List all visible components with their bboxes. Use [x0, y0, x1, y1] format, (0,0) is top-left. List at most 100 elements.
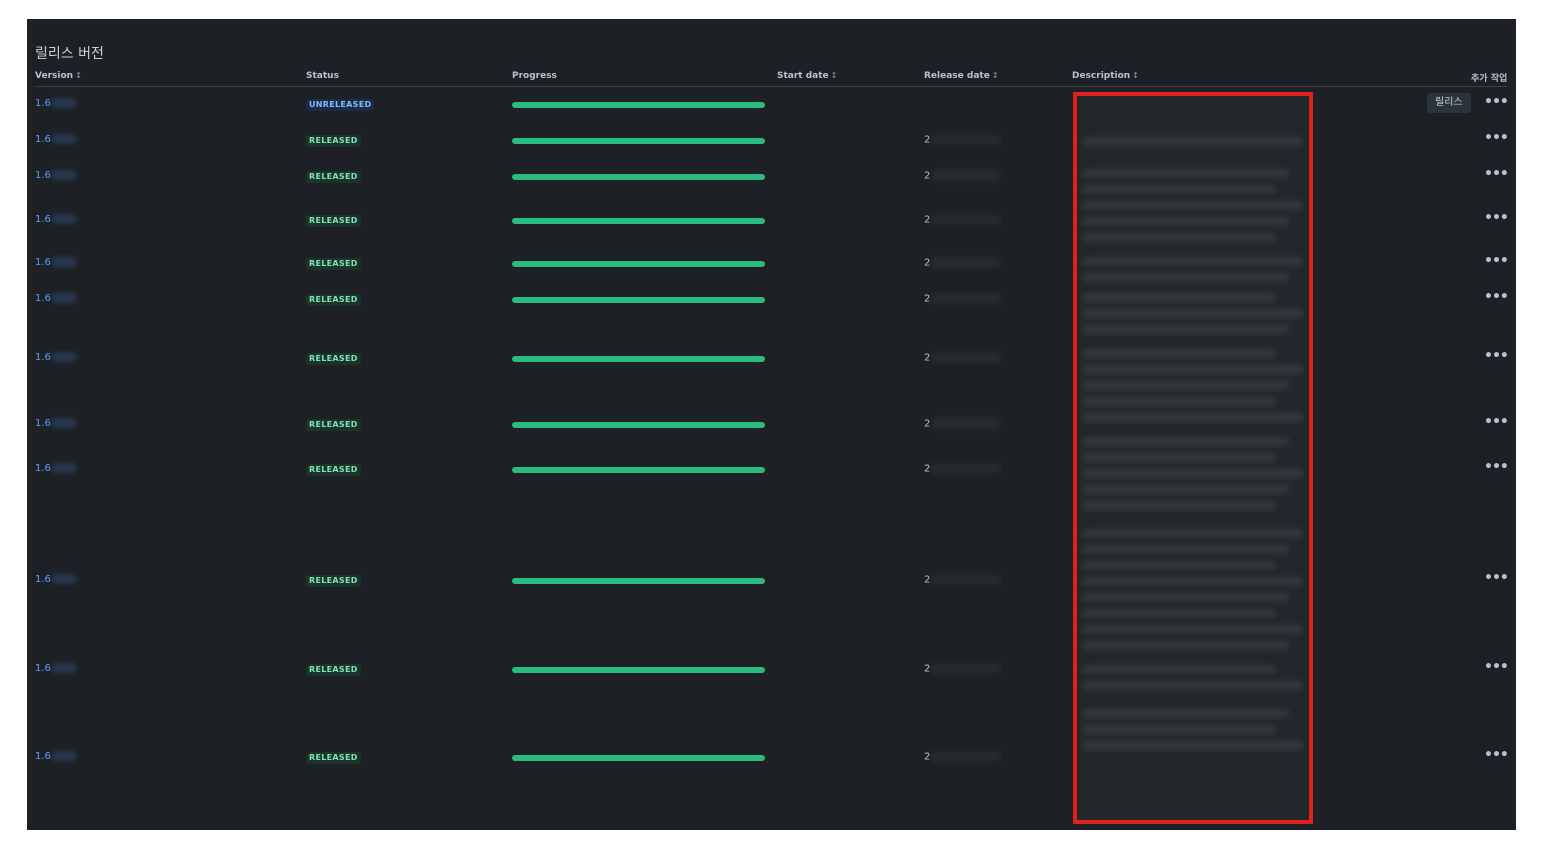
redacted-text: [1083, 365, 1303, 374]
redacted-text: [1083, 501, 1275, 510]
release-date: 2: [924, 257, 1001, 269]
redacted-text: [51, 98, 76, 108]
version-link[interactable]: 1.6: [35, 293, 76, 304]
status-badge: RELEASED: [306, 353, 361, 365]
redacted-text: [1083, 593, 1289, 602]
column-header-description[interactable]: Description ↕: [1072, 71, 1139, 81]
version-label: 1.6: [35, 418, 51, 429]
more-actions-icon[interactable]: •••: [1484, 289, 1509, 305]
sort-icon[interactable]: ↕: [831, 71, 838, 80]
version-link[interactable]: 1.6: [35, 214, 76, 225]
redacted-text: [1083, 485, 1289, 494]
version-link[interactable]: 1.6: [35, 574, 76, 585]
column-header-release-date[interactable]: Release date ↕: [924, 71, 999, 81]
redacted-text: [1083, 725, 1275, 734]
redacted-text: [1083, 217, 1289, 226]
release-date: 2: [924, 214, 1001, 226]
status-badge: RELEASED: [306, 171, 361, 183]
release-date: 2: [924, 751, 1001, 763]
status-badge: RELEASED: [306, 258, 361, 270]
redacted-text: [1083, 453, 1275, 462]
progress-bar: [512, 138, 765, 144]
redacted-text: [932, 574, 1001, 585]
release-date-label: 2: [924, 257, 931, 269]
release-versions-panel: 릴리스 버전 Version ↕ Status Progress Start da…: [27, 19, 1516, 830]
redacted-text: [51, 352, 76, 362]
progress-bar: [512, 667, 765, 673]
sort-icon[interactable]: ↕: [992, 71, 999, 80]
column-header-start-date[interactable]: Start date ↕: [777, 71, 837, 81]
version-link[interactable]: 1.6: [35, 463, 76, 474]
redacted-text: [1083, 469, 1303, 478]
redacted-text: [51, 214, 76, 224]
release-date: 2: [924, 134, 1001, 146]
redacted-text: [1083, 437, 1289, 446]
progress-bar: [512, 261, 765, 267]
redacted-text: [1083, 293, 1275, 302]
redacted-text: [1083, 625, 1303, 634]
version-label: 1.6: [35, 751, 51, 762]
redacted-text: [932, 463, 1001, 474]
more-actions-icon[interactable]: •••: [1484, 570, 1509, 586]
redacted-text: [1083, 349, 1275, 358]
sort-icon[interactable]: ↕: [1132, 71, 1139, 80]
redacted-text: [51, 574, 76, 584]
status-badge: RELEASED: [306, 294, 361, 306]
more-actions-icon[interactable]: •••: [1484, 659, 1509, 675]
more-actions-icon[interactable]: •••: [1484, 747, 1509, 763]
redacted-text: [1083, 233, 1275, 242]
redacted-text: [1083, 397, 1275, 406]
more-actions-icon[interactable]: •••: [1484, 459, 1509, 475]
redacted-text: [1083, 169, 1289, 178]
more-actions-icon[interactable]: •••: [1484, 348, 1509, 364]
version-link[interactable]: 1.6: [35, 663, 76, 674]
status-badge: RELEASED: [306, 135, 361, 147]
redacted-text: [1083, 325, 1289, 334]
version-link[interactable]: 1.6: [35, 98, 76, 109]
release-date: 2: [924, 574, 1001, 586]
status-badge: RELEASED: [306, 419, 361, 431]
release-date: 2: [924, 352, 1001, 364]
more-actions-icon[interactable]: •••: [1484, 130, 1509, 146]
release-date-label: 2: [924, 170, 931, 182]
redacted-text: [932, 170, 1001, 181]
version-link[interactable]: 1.6: [35, 257, 76, 268]
version-label: 1.6: [35, 352, 51, 363]
progress-bar: [512, 218, 765, 224]
column-header-version[interactable]: Version ↕: [35, 71, 82, 81]
more-actions-icon[interactable]: •••: [1484, 414, 1509, 430]
version-link[interactable]: 1.6: [35, 170, 76, 181]
version-link[interactable]: 1.6: [35, 352, 76, 363]
release-date: 2: [924, 663, 1001, 675]
redacted-text: [1083, 709, 1289, 718]
version-link[interactable]: 1.6: [35, 751, 76, 762]
sort-icon[interactable]: ↕: [75, 71, 82, 80]
release-date-label: 2: [924, 663, 931, 675]
progress-bar: [512, 755, 765, 761]
version-link[interactable]: 1.6: [35, 418, 76, 429]
redacted-text: [1083, 681, 1303, 690]
progress-bar: [512, 102, 765, 108]
redacted-text: [1083, 413, 1303, 422]
redacted-text: [932, 663, 1001, 674]
redacted-text: [1083, 185, 1275, 194]
column-header-actions: 추가 작업: [1471, 74, 1508, 84]
release-date-label: 2: [924, 214, 931, 226]
more-actions-icon[interactable]: •••: [1484, 94, 1509, 110]
version-label: 1.6: [35, 574, 51, 585]
version-link[interactable]: 1.6: [35, 134, 76, 145]
redacted-text: [51, 663, 76, 673]
release-button[interactable]: 릴리스: [1427, 93, 1471, 113]
redacted-text: [1083, 665, 1275, 674]
progress-bar: [512, 467, 765, 473]
more-actions-icon[interactable]: •••: [1484, 210, 1509, 226]
redacted-text: [932, 134, 1001, 145]
more-actions-icon[interactable]: •••: [1484, 166, 1509, 182]
status-badge: RELEASED: [306, 215, 361, 227]
redacted-text: [932, 293, 1001, 304]
redacted-text: [51, 418, 76, 428]
column-header-status: Status: [306, 71, 339, 81]
version-label: 1.6: [35, 293, 51, 304]
more-actions-icon[interactable]: •••: [1484, 253, 1509, 269]
release-date-label: 2: [924, 574, 931, 586]
